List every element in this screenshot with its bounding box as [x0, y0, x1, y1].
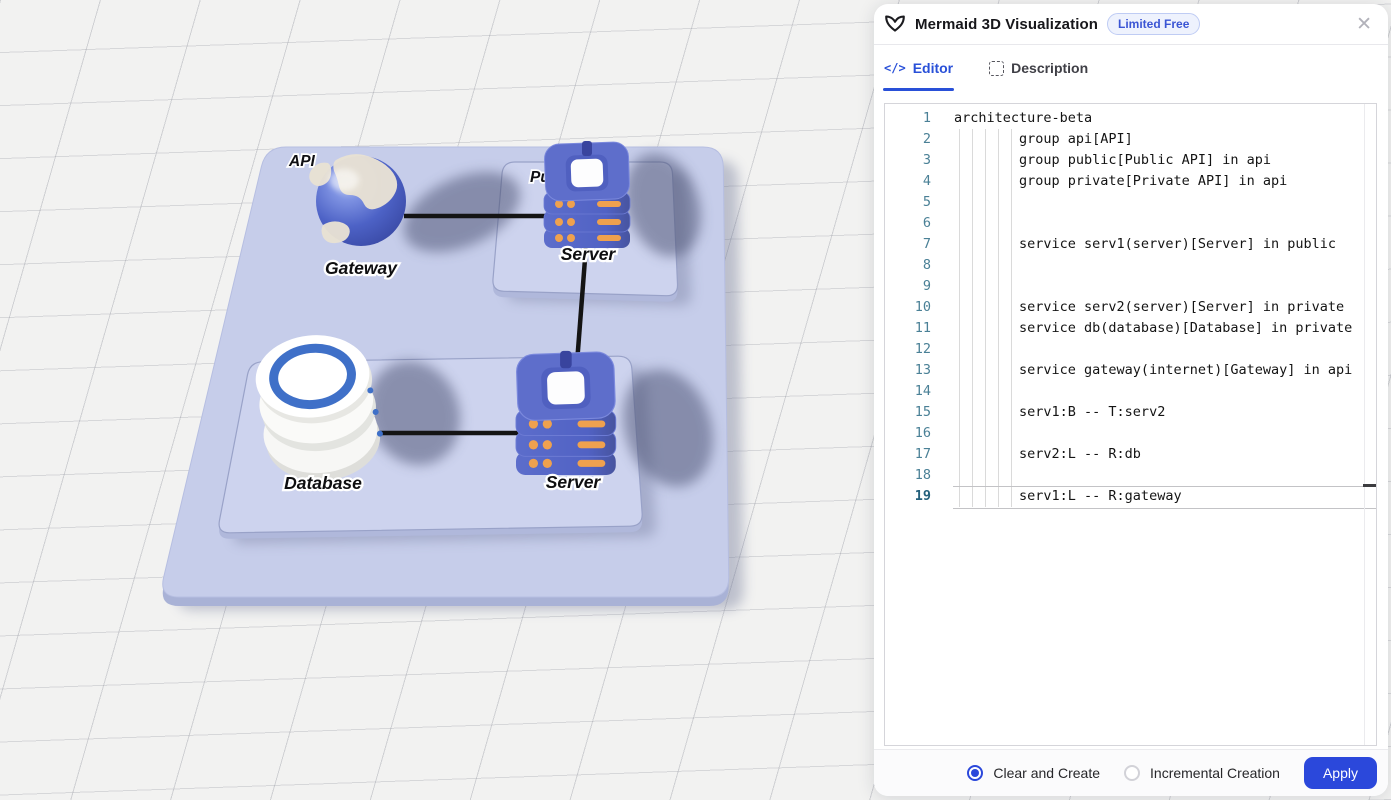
- line-number: 11: [885, 318, 931, 339]
- node-label-server2: Server: [546, 472, 602, 492]
- line-text: [931, 192, 954, 213]
- panel-footer: Clear and Create Incremental Creation Ap…: [874, 749, 1388, 796]
- editor-scrollbar[interactable]: [1364, 104, 1365, 745]
- architecture-diagram: API Public API Private API: [0, 0, 875, 800]
- line-text: group public[Public API] in api: [931, 150, 1271, 171]
- line-text: [931, 255, 954, 276]
- line-text: [931, 339, 954, 360]
- line-number: 19: [885, 486, 931, 507]
- app-window: API Public API Private API: [0, 0, 1391, 800]
- line-text: [931, 213, 954, 234]
- line-number: 17: [885, 444, 931, 465]
- panel-title: Mermaid 3D Visualization: [915, 16, 1098, 33]
- code-line: 1architecture-beta: [885, 108, 1376, 129]
- code-icon: </>: [884, 61, 906, 75]
- current-line-highlight: [953, 486, 1376, 509]
- cursor-position-marker: [1363, 484, 1376, 487]
- node-label-gateway: Gateway: [325, 258, 398, 278]
- mermaid-logo-icon: [884, 13, 906, 35]
- line-number: 18: [885, 465, 931, 486]
- radio-incremental-label[interactable]: Incremental Creation: [1150, 765, 1280, 781]
- indent-guide: [959, 129, 960, 507]
- radio-clear-label[interactable]: Clear and Create: [993, 765, 1100, 781]
- tab-bar: </> Editor Description: [874, 45, 1388, 91]
- line-number: 4: [885, 171, 931, 192]
- indent-guide: [985, 129, 986, 507]
- tab-description[interactable]: Description: [989, 45, 1088, 91]
- line-number: 6: [885, 213, 931, 234]
- line-text: group api[API]: [931, 129, 1133, 150]
- code-editor[interactable]: 1architecture-beta 2 group api[API] 3 gr…: [884, 103, 1377, 746]
- close-icon[interactable]: ✕: [1354, 13, 1374, 36]
- apply-button[interactable]: Apply: [1304, 757, 1377, 789]
- line-text: service serv1(server)[Server] in public: [931, 234, 1336, 255]
- line-number: 12: [885, 339, 931, 360]
- line-number: 16: [885, 423, 931, 444]
- tab-description-label: Description: [1011, 60, 1088, 76]
- indent-guide: [998, 129, 999, 507]
- node-label-server1: Server: [561, 244, 617, 264]
- line-text: [931, 381, 954, 402]
- limited-free-badge: Limited Free: [1107, 13, 1200, 35]
- line-text: [931, 465, 954, 486]
- tab-editor[interactable]: </> Editor: [884, 45, 953, 91]
- globe-highlight: [329, 169, 359, 191]
- node-server2[interactable]: [516, 351, 616, 475]
- line-number: 15: [885, 402, 931, 423]
- line-text: serv1:B -- T:serv2: [931, 402, 1165, 423]
- indent-guide: [1011, 129, 1012, 507]
- line-text: [931, 423, 954, 444]
- group-label-api: API: [288, 153, 316, 170]
- panel-header: Mermaid 3D Visualization Limited Free ✕: [874, 4, 1388, 45]
- mermaid-panel: Mermaid 3D Visualization Limited Free ✕ …: [874, 4, 1388, 796]
- line-number: 3: [885, 150, 931, 171]
- line-number: 7: [885, 234, 931, 255]
- code-area[interactable]: 1architecture-beta 2 group api[API] 3 gr…: [885, 104, 1376, 507]
- line-text: service db(database)[Database] in privat…: [931, 318, 1352, 339]
- line-number: 10: [885, 297, 931, 318]
- indent-guide: [972, 129, 973, 507]
- line-number: 2: [885, 129, 931, 150]
- line-text: serv2:L -- R:db: [931, 444, 1141, 465]
- line-number: 8: [885, 255, 931, 276]
- tab-editor-label: Editor: [913, 60, 953, 76]
- line-number: 1: [885, 108, 931, 129]
- node-server1[interactable]: [544, 141, 630, 248]
- line-number: 9: [885, 276, 931, 297]
- node-gateway-globe[interactable]: [309, 154, 406, 246]
- line-number: 14: [885, 381, 931, 402]
- node-label-database: Database: [284, 473, 362, 493]
- line-number: 5: [885, 192, 931, 213]
- line-text: service gateway(internet)[Gateway] in ap…: [931, 360, 1352, 381]
- line-text: service serv2(server)[Server] in private: [931, 297, 1344, 318]
- radio-clear-and-create[interactable]: [967, 765, 983, 781]
- selection-box-icon: [989, 61, 1004, 76]
- line-text: architecture-beta: [931, 108, 1092, 129]
- radio-incremental-creation[interactable]: [1124, 765, 1140, 781]
- line-number: 13: [885, 360, 931, 381]
- line-text: [931, 276, 954, 297]
